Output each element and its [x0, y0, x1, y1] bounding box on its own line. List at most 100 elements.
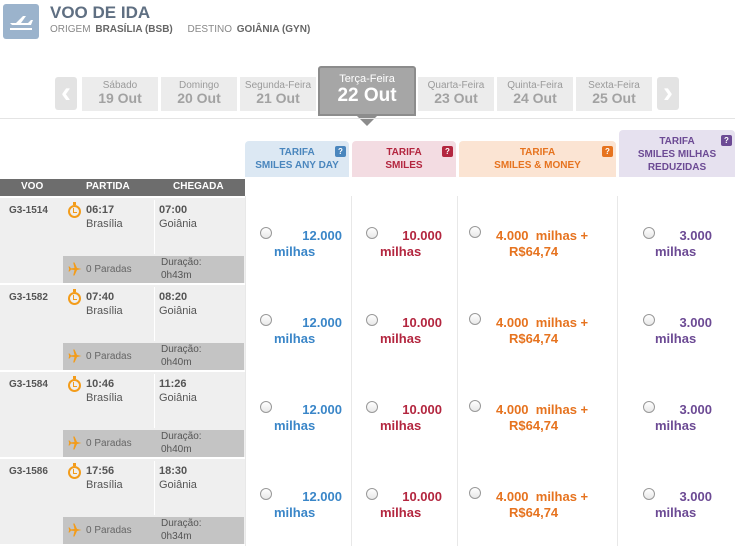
arrival-city: Goiânia — [159, 392, 197, 404]
fare-cell-reduced[interactable]: 3.000 milhas — [618, 459, 735, 544]
departure-city: Brasília — [86, 479, 123, 491]
fare-cell-any-day[interactable]: 12.000 milhas — [246, 459, 351, 544]
date-tab-0[interactable]: Sábado 19 Out — [82, 77, 158, 111]
fare-radio-smiles-money[interactable] — [469, 487, 481, 499]
fare-radio-smiles-money[interactable] — [469, 313, 481, 325]
stops-count: 0 Paradas — [86, 351, 132, 362]
fare-cell-smiles[interactable]: 10.000 milhas — [352, 372, 457, 457]
arrival-time: 18:30 — [159, 465, 188, 477]
fare-radio-any-day[interactable] — [260, 401, 272, 413]
clock-icon — [68, 376, 81, 392]
fare-header-any-day: TARIFA SMILES ANY DAY ? — [245, 141, 349, 177]
column-header-bar: VOO PARTIDA CHEGADA — [0, 179, 245, 196]
col-chegada: CHEGADA — [173, 181, 224, 192]
departure-city: Brasília — [86, 218, 123, 230]
destination-value: GOIÂNIA (GYN) — [236, 24, 311, 35]
next-date-button[interactable]: › — [657, 77, 679, 110]
page-title: VOO DE IDA — [50, 3, 151, 22]
clock-icon — [68, 202, 81, 218]
price-smiles-money: 4.000 milhas + R$64,74 — [496, 489, 589, 520]
fare-cell-smiles[interactable]: 10.000 milhas — [352, 459, 457, 544]
destination-label: DESTINO — [187, 24, 232, 35]
date-tab-2[interactable]: Segunda-Feira 21 Out — [240, 77, 316, 111]
fare-header-smiles: TARIFA SMILES ? — [352, 141, 456, 177]
flight-info: G3-1586 17:56 Brasília 18:30 Goiânia 0 Parada… — [0, 459, 245, 544]
departure-plane-icon — [3, 4, 39, 39]
help-icon[interactable]: ? — [442, 146, 453, 157]
origin-value: BRASÍLIA (BSB) — [95, 24, 173, 35]
column-divider — [351, 196, 352, 546]
price-reduced: 3.000 milhas — [655, 228, 712, 259]
price-smiles: 10.000 milhas — [380, 402, 442, 433]
fare-cell-reduced[interactable]: 3.000 milhas — [618, 372, 735, 457]
fare-radio-smiles[interactable] — [366, 401, 378, 413]
flight-info: G3-1584 10:46 Brasília 11:26 Goiânia 0 Parada… — [0, 372, 245, 457]
date-tab-5[interactable]: Quinta-Feira 24 Out — [497, 77, 573, 111]
stops-count: 0 Paradas — [86, 525, 132, 536]
price-reduced: 3.000 milhas — [655, 402, 712, 433]
flight-row: G3-1586 17:56 Brasília 18:30 Goiânia 0 Parada… — [0, 459, 735, 546]
flight-details: 0 Paradas Duração: 0h40m — [63, 343, 244, 370]
fare-radio-smiles[interactable] — [366, 314, 378, 326]
date-tab-selected[interactable]: Terça-Feira 22 Out — [318, 66, 416, 116]
duration: Duração: 0h34m — [161, 518, 202, 542]
departure-time: 06:17 — [86, 204, 115, 216]
fare-cell-reduced[interactable]: 3.000 milhas — [618, 285, 735, 370]
origin-label: ORIGEM — [50, 24, 91, 35]
previous-date-button[interactable]: ‹ — [55, 77, 77, 110]
price-smiles-money: 4.000 milhas + R$64,74 — [496, 228, 589, 259]
price-any-day: 12.000 milhas — [274, 402, 342, 433]
column-divider — [457, 196, 458, 546]
flight-number: G3-1584 — [9, 379, 48, 390]
departure-time: 07:40 — [86, 291, 115, 303]
flight-row: G3-1514 06:17 Brasília 07:00 Goiânia 0 Parada… — [0, 198, 735, 285]
fare-radio-smiles[interactable] — [366, 488, 378, 500]
fare-cell-any-day[interactable]: 12.000 milhas — [246, 372, 351, 457]
fare-radio-smiles-money[interactable] — [469, 226, 481, 238]
departure-time: 17:56 — [86, 465, 115, 477]
fare-cell-any-day[interactable]: 12.000 milhas — [246, 198, 351, 283]
flight-number: G3-1586 — [9, 466, 48, 477]
fare-cell-smiles-money[interactable]: 4.000 milhas + R$64,74 — [458, 198, 617, 283]
divider — [154, 200, 155, 254]
price-smiles-money: 4.000 milhas + R$64,74 — [496, 315, 589, 346]
flight-number: G3-1514 — [9, 205, 48, 216]
flight-details: 0 Paradas Duração: 0h34m — [63, 517, 244, 544]
flight-number: G3-1582 — [9, 292, 48, 303]
flight-info: G3-1514 06:17 Brasília 07:00 Goiânia 0 Parada… — [0, 198, 245, 283]
plane-icon — [68, 436, 82, 450]
fare-cell-any-day[interactable]: 12.000 milhas — [246, 285, 351, 370]
date-tab-4[interactable]: Quarta-Feira 23 Out — [418, 77, 494, 111]
fare-header-smiles-money: TARIFA SMILES & MONEY ? — [459, 141, 616, 177]
fare-radio-any-day[interactable] — [260, 227, 272, 239]
date-tab-6[interactable]: Sexta-Feira 25 Out — [576, 77, 652, 111]
arrival-time: 11:26 — [159, 378, 187, 390]
fare-cell-reduced[interactable]: 3.000 milhas — [618, 198, 735, 283]
price-smiles: 10.000 milhas — [380, 315, 442, 346]
fare-radio-any-day[interactable] — [260, 488, 272, 500]
fare-radio-smiles-money[interactable] — [469, 400, 481, 412]
help-icon[interactable]: ? — [721, 135, 732, 146]
fare-cell-smiles-money[interactable]: 4.000 milhas + R$64,74 — [458, 459, 617, 544]
help-icon[interactable]: ? — [602, 146, 613, 157]
clock-icon — [68, 463, 81, 479]
flight-row: G3-1582 07:40 Brasília 08:20 Goiânia 0 Parada… — [0, 285, 735, 372]
fare-cell-smiles[interactable]: 10.000 milhas — [352, 198, 457, 283]
flight-info: G3-1582 07:40 Brasília 08:20 Goiânia 0 Parada… — [0, 285, 245, 370]
price-smiles: 10.000 milhas — [380, 489, 442, 520]
fare-cell-smiles-money[interactable]: 4.000 milhas + R$64,74 — [458, 285, 617, 370]
flight-row: G3-1584 10:46 Brasília 11:26 Goiânia 0 Parada… — [0, 372, 735, 459]
fare-cell-smiles[interactable]: 10.000 milhas — [352, 285, 457, 370]
plane-icon — [68, 262, 82, 276]
fare-cell-smiles-money[interactable]: 4.000 milhas + R$64,74 — [458, 372, 617, 457]
fare-radio-smiles[interactable] — [366, 227, 378, 239]
fare-radio-any-day[interactable] — [260, 314, 272, 326]
duration: Duração: 0h40m — [161, 344, 202, 368]
plane-icon — [68, 349, 82, 363]
divider — [154, 374, 155, 428]
duration: Duração: 0h40m — [161, 431, 202, 455]
departure-city: Brasília — [86, 392, 123, 404]
route-info: ORIGEM BRASÍLIA (BSB) DESTINO GOIÂNIA (G… — [50, 24, 322, 35]
date-tab-1[interactable]: Domingo 20 Out — [161, 77, 237, 111]
help-icon[interactable]: ? — [335, 146, 346, 157]
